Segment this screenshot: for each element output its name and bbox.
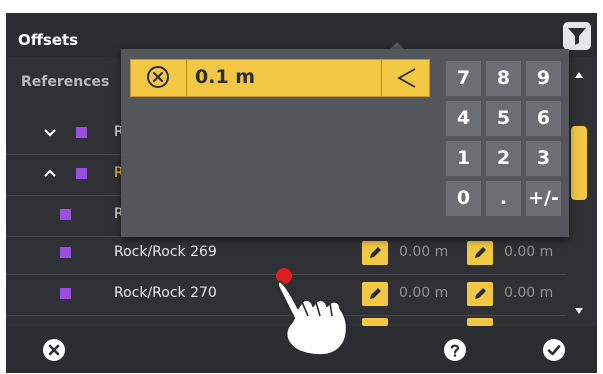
key-8[interactable]: 8 [486, 61, 521, 96]
edit-button[interactable] [467, 318, 493, 326]
help-button[interactable] [444, 339, 466, 361]
key-0[interactable]: 0 [446, 181, 481, 216]
row-name: Rock/Rock 269 [114, 244, 217, 260]
marker-square [60, 288, 71, 299]
edit-button[interactable] [362, 241, 388, 265]
close-icon [48, 344, 60, 356]
row-name: Rock/Rock 270 [114, 285, 217, 301]
chevron-down-icon[interactable] [42, 124, 58, 140]
close-button[interactable] [43, 339, 65, 361]
edit-button[interactable] [467, 282, 493, 306]
offset-value: 0.00 m [504, 285, 554, 301]
chevron-up-icon[interactable] [42, 165, 58, 181]
key-2[interactable]: 2 [486, 141, 521, 176]
check-icon [547, 345, 561, 356]
hand-pointer-icon [276, 268, 348, 357]
offset-value: 0.00 m [399, 285, 449, 301]
pencil-icon [475, 247, 486, 258]
marker-square [60, 247, 71, 258]
value-input[interactable]: 0.1 m [130, 59, 430, 97]
key-1[interactable]: 1 [446, 141, 481, 176]
filter-button[interactable] [563, 22, 591, 50]
marker-square [76, 127, 87, 138]
scrollbar[interactable] [570, 79, 590, 325]
key-decimal[interactable]: . [486, 181, 521, 216]
backspace-button[interactable] [381, 60, 432, 96]
confirm-button[interactable] [543, 339, 565, 361]
references-label: References [21, 74, 110, 90]
numeric-keypad-popup: 0.1 m 7 8 9 4 5 6 1 2 3 0 . +/- [121, 49, 569, 237]
scroll-down-icon[interactable] [574, 306, 584, 316]
key-plus-minus[interactable]: +/- [526, 181, 561, 216]
pencil-icon [475, 288, 486, 299]
key-4[interactable]: 4 [446, 101, 481, 136]
backspace-icon [397, 68, 416, 88]
help-icon [450, 344, 460, 357]
filter-icon [568, 28, 586, 45]
key-7[interactable]: 7 [446, 61, 481, 96]
offset-value: 0.00 m [504, 244, 554, 260]
marker-square [60, 209, 71, 220]
marker-square [76, 168, 87, 179]
offset-value: 0.00 m [399, 244, 449, 260]
key-3[interactable]: 3 [526, 141, 561, 176]
scroll-up-icon[interactable] [574, 70, 584, 80]
edit-button[interactable] [467, 241, 493, 265]
key-9[interactable]: 9 [526, 61, 561, 96]
key-5[interactable]: 5 [486, 101, 521, 136]
input-value: 0.1 m [195, 66, 256, 88]
key-6[interactable]: 6 [526, 101, 561, 136]
pencil-icon [370, 247, 381, 258]
clear-button[interactable] [131, 60, 187, 96]
device-frame: Offsets References R R R Rock/Rock 269 0… [0, 0, 603, 374]
scroll-thumb[interactable] [571, 126, 587, 200]
page-title: Offsets [18, 31, 79, 49]
clear-icon [147, 66, 169, 88]
